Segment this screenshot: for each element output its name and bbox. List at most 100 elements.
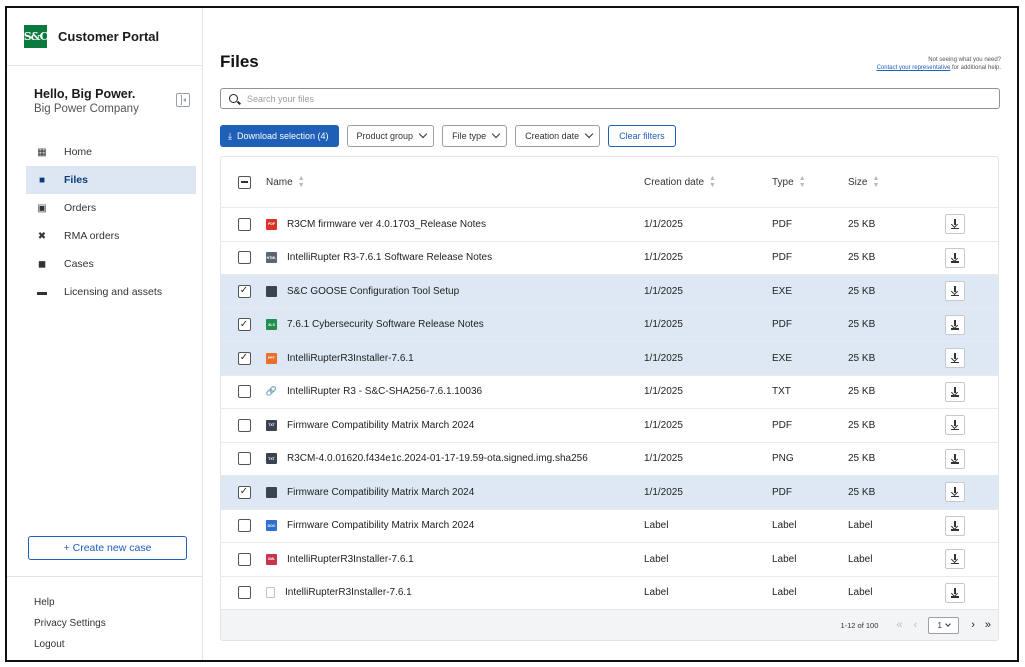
file-name[interactable]: Firmware Compatibility Matrix March 2024	[287, 487, 474, 498]
file-name[interactable]: R3CM firmware ver 4.0.1703_Release Notes	[287, 219, 486, 230]
table-row[interactable]: ✓ Firmware Compatibility Matrix March 202…	[221, 476, 998, 510]
xls-file-icon: XLS	[266, 319, 277, 331]
table-row[interactable]: PDF R3CM firmware ver 4.0.1703_Release No…	[221, 208, 998, 242]
name-column-header[interactable]: Name ▲ ▼	[266, 175, 644, 189]
file-name[interactable]: IntelliRupter R3-7.6.1 Software Release …	[287, 252, 492, 263]
sidebar-item-rma-orders[interactable]: ✖ RMA orders	[26, 222, 196, 250]
file-name[interactable]: S&C GOOSE Configuration Tool Setup	[287, 286, 459, 297]
sidebar-item-orders[interactable]: ▣ Orders	[26, 194, 196, 222]
download-button[interactable]	[945, 214, 965, 235]
download-button[interactable]	[945, 582, 965, 603]
row-checkbox[interactable]	[237, 586, 251, 600]
file-name[interactable]: R3CM-4.0.01620.f434e1c.2024-01-17-19.59-…	[287, 453, 588, 464]
folder-file-icon	[266, 486, 277, 498]
size-cell: 25 KB	[848, 386, 876, 398]
table-row[interactable]: IntelliRupterR3Installer-7.6.1 Label Label…	[221, 576, 998, 610]
file-name[interactable]: 7.6.1 Cybersecurity Software Release Not…	[287, 319, 484, 330]
table-row[interactable]: ✓ XLS 7.6.1 Cybersecurity Software Release…	[221, 308, 998, 342]
row-checkbox[interactable]	[237, 385, 251, 399]
row-checkbox[interactable]	[237, 418, 251, 432]
file-name[interactable]: IntelliRupterR3Installer-7.6.1	[287, 554, 414, 565]
pagination: 1-12 of 100 « ‹ 1 › »	[221, 609, 998, 640]
product-group-dropdown[interactable]: Product group	[346, 125, 435, 147]
table-row[interactable]: TXT Firmware Compatibility Matrix March 2…	[221, 409, 998, 443]
pdf-file-icon: PDF	[266, 218, 277, 230]
create-new-case-button[interactable]: + Create new case	[28, 536, 187, 560]
sidebar-item-home[interactable]: ▦ Home	[26, 138, 196, 166]
row-checkbox[interactable]	[237, 251, 251, 265]
collapse-sidebar-icon[interactable]	[176, 93, 190, 107]
table-row[interactable]: XML IntelliRupterR3Installer-7.6.1 Label La…	[221, 543, 998, 577]
table-row[interactable]: 🔗 IntelliRupter R3 - S&C-SHA256-7.6.1.100…	[221, 375, 998, 409]
download-button[interactable]	[945, 314, 965, 335]
select-all-checkbox[interactable]	[237, 175, 251, 189]
sidebar-item-cases[interactable]: ◼ Cases	[26, 250, 196, 278]
download-button[interactable]	[945, 549, 965, 570]
download-selection-button[interactable]: ⤓ Download selection (4)	[220, 125, 339, 147]
download-button[interactable]	[945, 515, 965, 536]
download-button[interactable]	[945, 247, 965, 268]
last-page-icon[interactable]: »	[985, 619, 991, 631]
search-input[interactable]	[247, 93, 947, 104]
file-type-dropdown[interactable]: File type	[442, 125, 508, 147]
type-cell: TXT	[772, 386, 791, 398]
page-select[interactable]: 1	[928, 616, 960, 634]
file-name[interactable]: IntelliRupterR3Installer-7.6.1	[287, 353, 414, 364]
table-row[interactable]: ✓ PPT IntelliRupterR3Installer-7.6.1 1/1/20…	[221, 342, 998, 376]
file-name[interactable]: Firmware Compatibility Matrix March 2024	[287, 420, 474, 431]
table-row[interactable]: TXT R3CM-4.0.01620.f434e1c.2024-01-17-19.…	[221, 442, 998, 476]
size-cell: 25 KB	[848, 419, 876, 431]
row-checkbox[interactable]: ✓	[237, 351, 251, 365]
download-button[interactable]	[945, 448, 965, 469]
row-checkbox[interactable]: ✓	[237, 318, 251, 332]
row-checkbox[interactable]	[237, 519, 251, 533]
clear-filters-button[interactable]: Clear filters	[608, 125, 676, 147]
download-icon	[951, 487, 959, 498]
logout-link[interactable]: Logout	[34, 639, 106, 660]
creation-date-cell: 1/1/2025	[644, 453, 683, 465]
search-icon	[229, 94, 238, 103]
type-cell: EXE	[772, 352, 793, 364]
sidebar-divider	[7, 576, 202, 577]
type-cell: PDF	[772, 486, 792, 498]
size-cell: 25 KB	[848, 352, 876, 364]
table-row[interactable]: DOC Firmware Compatibility Matrix March 2…	[221, 509, 998, 543]
product-group-label: Product group	[356, 131, 414, 141]
row-checkbox[interactable]	[237, 552, 251, 566]
table-row[interactable]: HTML IntelliRupter R3-7.6.1 Software Rele…	[221, 241, 998, 275]
download-button[interactable]	[945, 281, 965, 302]
download-button[interactable]	[945, 381, 965, 402]
table-row[interactable]: ✓ S&C GOOSE Configuration Tool Setup 1/1/2…	[221, 275, 998, 309]
type-column-header[interactable]: Type ▲ ▼	[772, 175, 848, 189]
file-name[interactable]: Firmware Compatibility Matrix March 2024	[287, 520, 474, 531]
user-info: Hello, Big Power. Big Power Company	[7, 66, 202, 134]
ppt-file-icon: PPT	[266, 352, 277, 364]
row-checkbox[interactable]	[237, 452, 251, 466]
row-checkbox[interactable]: ✓	[237, 485, 251, 499]
previous-page-icon[interactable]: ‹	[914, 619, 918, 631]
date-column-header[interactable]: Creation date ▲ ▼	[644, 175, 772, 189]
creation-date-cell: 1/1/2025	[644, 285, 683, 297]
size-column-header[interactable]: Size ▲ ▼	[848, 175, 935, 189]
sidebar-item-files[interactable]: ■ Files	[26, 166, 196, 194]
help-link[interactable]: Help	[34, 597, 106, 618]
privacy-settings-link[interactable]: Privacy Settings	[34, 618, 106, 639]
row-checkbox[interactable]	[237, 217, 251, 231]
sidebar-item-licensing-and-assets[interactable]: ▬ Licensing and assets	[26, 278, 196, 306]
contact-representative-link[interactable]: Contact your representative	[877, 65, 951, 71]
download-icon	[951, 520, 959, 531]
download-button[interactable]	[945, 482, 965, 503]
sidebar-item-label: Cases	[64, 258, 94, 270]
sidebar-item-label: Licensing and assets	[64, 286, 163, 298]
page-title: Files	[220, 52, 259, 71]
file-name[interactable]: IntelliRupter R3 - S&C-SHA256-7.6.1.1003…	[287, 386, 482, 397]
download-button[interactable]	[945, 348, 965, 369]
next-page-icon[interactable]: ›	[971, 619, 975, 631]
first-page-icon[interactable]: «	[896, 619, 902, 631]
doc-file-icon: DOC	[266, 520, 277, 532]
sort-icon: ▲ ▼	[709, 175, 716, 189]
download-button[interactable]	[945, 415, 965, 436]
creation-date-dropdown[interactable]: Creation date	[515, 125, 601, 147]
file-name[interactable]: IntelliRupterR3Installer-7.6.1	[285, 587, 412, 598]
row-checkbox[interactable]: ✓	[237, 284, 251, 298]
